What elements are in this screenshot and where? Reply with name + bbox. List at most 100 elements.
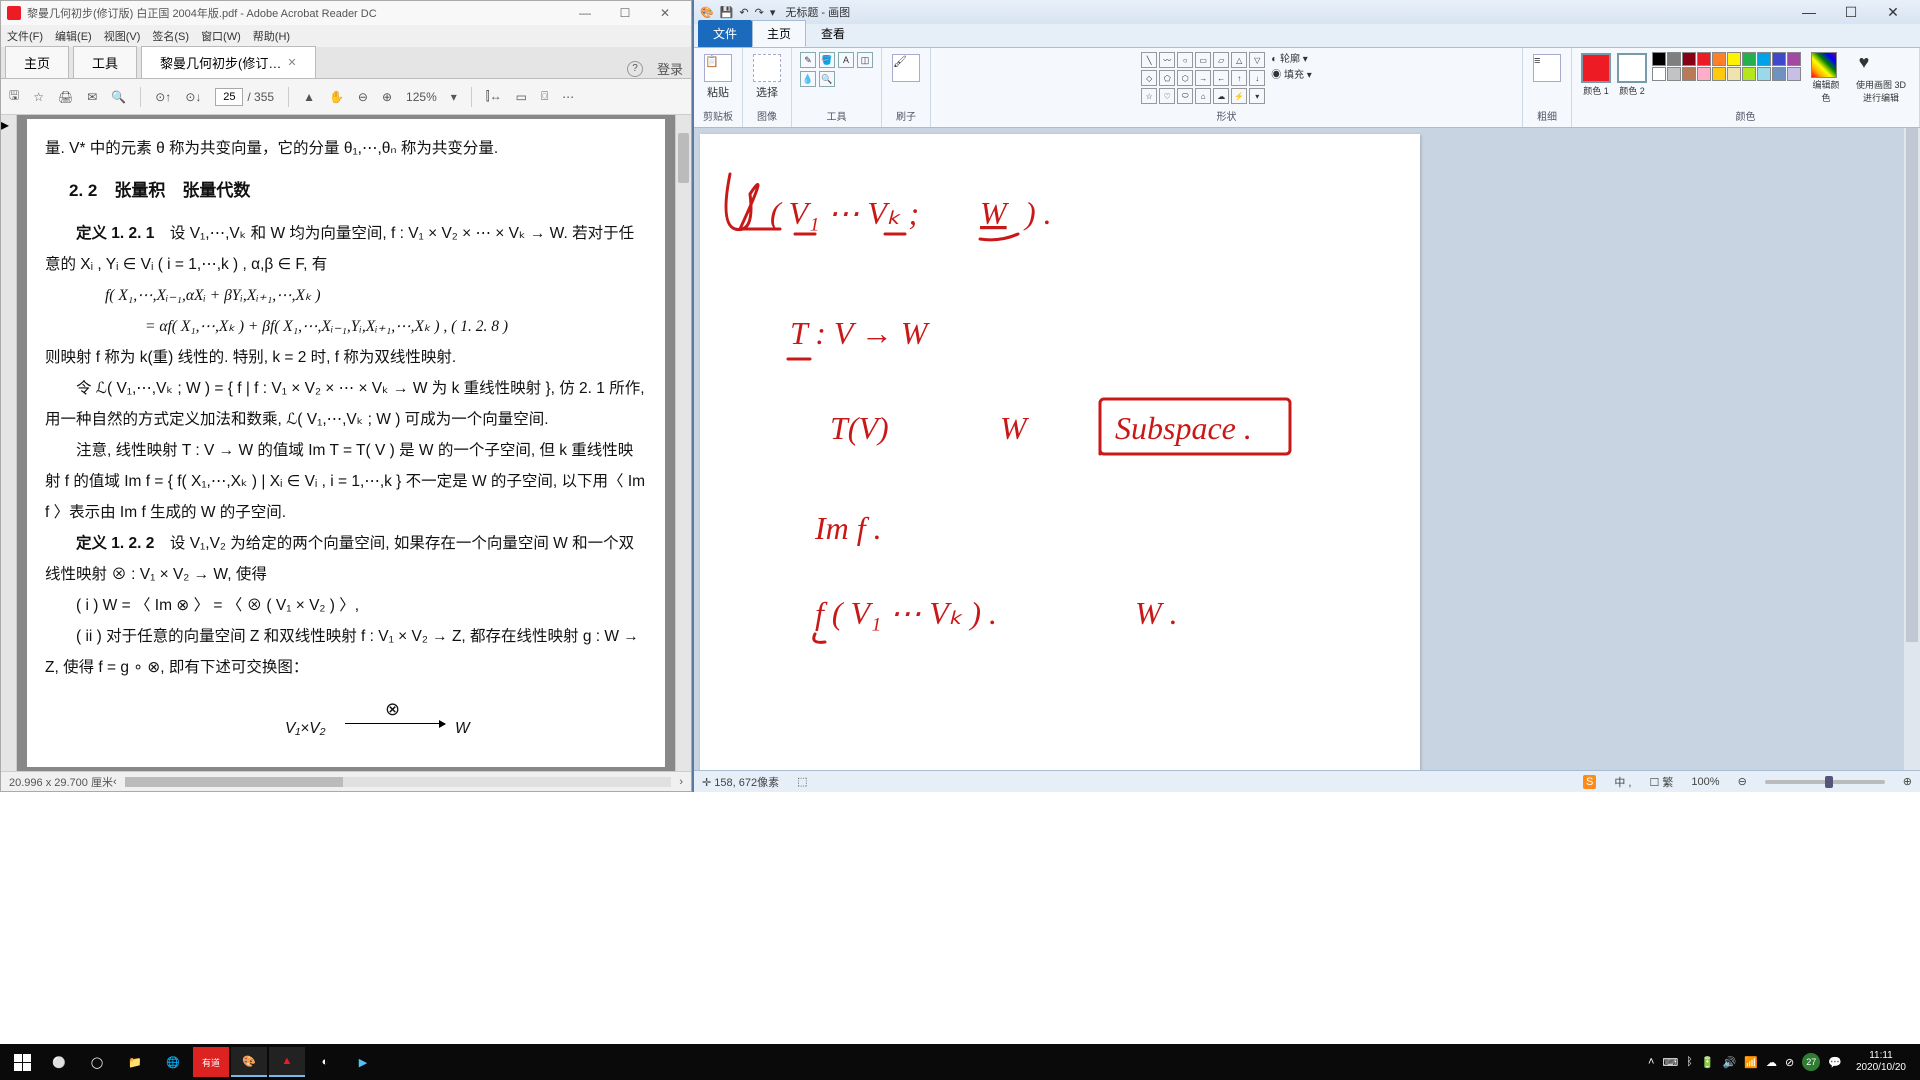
eyedrop-tool-icon[interactable]: 💧 <box>800 71 816 87</box>
color-1-button[interactable] <box>1581 53 1611 83</box>
tray-input-icon[interactable]: ⌨ <box>1662 1056 1678 1069</box>
taskbar-clock[interactable]: 11:11 2020/10/20 <box>1850 1050 1912 1074</box>
zoom-slider[interactable] <box>1765 780 1885 784</box>
zoom-level[interactable]: 125% <box>406 90 437 104</box>
search-icon[interactable]: 🔍 <box>111 90 126 104</box>
shape-fill-button[interactable]: ◉ 填充 ▾ <box>1271 68 1312 84</box>
menu-file[interactable]: 文件(F) <box>7 28 43 44</box>
palette-swatch[interactable] <box>1697 52 1711 66</box>
size-button[interactable]: ≡ <box>1533 54 1561 82</box>
tray-volume-icon[interactable]: 🔊 <box>1723 1056 1737 1069</box>
tray-badge[interactable]: 27 <box>1802 1053 1820 1071</box>
doc-tab-close-icon[interactable]: ✕ <box>287 56 296 69</box>
palette-swatch[interactable] <box>1772 52 1786 66</box>
task-chrome-icon[interactable]: 🌐 <box>155 1047 191 1077</box>
page-number-input[interactable] <box>215 88 243 106</box>
task-flutter-icon[interactable]: ▶ <box>345 1047 381 1077</box>
paint-canvas[interactable]: ( V₁ ⋯ Vₖ ; W ) . T : V → W T(V) W Subsp… <box>700 134 1420 770</box>
acrobat-vertical-scrollbar[interactable] <box>675 115 691 771</box>
paint-minimize-button[interactable]: — <box>1788 4 1830 20</box>
star-icon[interactable]: ☆ <box>33 90 44 104</box>
acrobat-sidebar[interactable]: ▸ <box>1 115 17 771</box>
mail-icon[interactable]: ✉ <box>87 90 97 104</box>
palette-swatch[interactable] <box>1652 52 1666 66</box>
color-palette-row-2[interactable] <box>1652 67 1801 81</box>
login-link[interactable]: 登录 <box>657 59 683 78</box>
paint-3d-button[interactable]: ♥ <box>1851 52 1877 78</box>
qat-undo-icon[interactable]: ↶ <box>739 6 748 19</box>
hand-icon[interactable]: ✋ <box>329 90 344 104</box>
palette-swatch[interactable] <box>1697 67 1711 81</box>
tab-view[interactable]: 查看 <box>806 20 860 47</box>
task-search-icon[interactable]: ⚪ <box>41 1047 77 1077</box>
tray-network-icon[interactable]: 📶 <box>1744 1056 1758 1069</box>
task-explorer-icon[interactable]: 📁 <box>117 1047 153 1077</box>
shapes-gallery[interactable]: ╲〰○▭▱△▽ ◇⬠⬡→←↑↓ ☆♡⬭⌂☁⚡▾ <box>1141 52 1265 104</box>
ime-indicator[interactable]: S <box>1583 775 1596 789</box>
doc-tab[interactable]: 黎曼几何初步(修订… ✕ <box>141 46 316 78</box>
palette-swatch[interactable] <box>1742 52 1756 66</box>
tray-shield-icon[interactable]: ⊘ <box>1785 1056 1794 1069</box>
close-button[interactable]: ✕ <box>645 6 685 20</box>
task-youdao-icon[interactable]: 有道 <box>193 1047 229 1077</box>
palette-swatch[interactable] <box>1757 52 1771 66</box>
palette-swatch[interactable] <box>1682 67 1696 81</box>
paint-close-button[interactable]: ✕ <box>1872 4 1914 21</box>
palette-swatch[interactable] <box>1712 52 1726 66</box>
menu-help[interactable]: 帮助(H) <box>253 28 290 44</box>
eraser-tool-icon[interactable]: ◫ <box>857 52 873 68</box>
help-icon[interactable]: ? <box>627 61 643 77</box>
print-icon[interactable]: 🖨 <box>58 90 73 104</box>
palette-swatch[interactable] <box>1667 52 1681 66</box>
tab-main[interactable]: 主页 <box>752 20 806 47</box>
qat-save-icon[interactable]: 💾 <box>720 6 734 19</box>
palette-swatch[interactable] <box>1787 52 1801 66</box>
page-up-icon[interactable]: ⊙↑ <box>155 90 171 104</box>
zoom-in-icon[interactable]: ⊕ <box>382 90 392 104</box>
text-tool-icon[interactable]: A <box>838 52 854 68</box>
tray-notification-icon[interactable]: 💬 <box>1828 1056 1842 1069</box>
task-paint-icon[interactable]: 🎨 <box>231 1047 267 1077</box>
tray-battery-icon[interactable]: 🔋 <box>1701 1056 1715 1069</box>
shape-outline-button[interactable]: ◐ 轮廓 ▾ <box>1271 52 1312 68</box>
page-down-icon[interactable]: ⊙↓ <box>185 90 201 104</box>
paste-button[interactable]: 📋 <box>704 54 732 82</box>
qat-redo-icon[interactable]: ↷ <box>755 6 764 19</box>
paint-vertical-scrollbar[interactable] <box>1904 128 1920 770</box>
brush-button[interactable]: 🖌 <box>892 54 920 82</box>
menu-sign[interactable]: 签名(S) <box>152 28 189 44</box>
fit-width-icon[interactable]: ⫿↔ <box>486 89 502 104</box>
menu-window[interactable]: 窗口(W) <box>201 28 241 44</box>
tab-home[interactable]: 主页 <box>5 46 69 78</box>
task-app-icon[interactable]: ◐ <box>307 1047 343 1077</box>
palette-swatch[interactable] <box>1772 67 1786 81</box>
hscroll-right-icon[interactable]: › <box>679 776 683 788</box>
bucket-tool-icon[interactable]: 🪣 <box>819 52 835 68</box>
palette-swatch[interactable] <box>1742 67 1756 81</box>
ime-mode[interactable]: 中 , <box>1614 774 1631 790</box>
zoom-dropdown-icon[interactable]: ▾ <box>451 90 457 104</box>
paint-maximize-button[interactable]: ☐ <box>1830 4 1872 21</box>
tray-cloud-icon[interactable]: ☁ <box>1766 1056 1777 1069</box>
tab-file[interactable]: 文件 <box>698 20 752 47</box>
tray-bluetooth-icon[interactable]: ᛒ <box>1686 1056 1693 1068</box>
task-acrobat-icon[interactable]: ▲ <box>269 1047 305 1077</box>
more-icon[interactable]: ⋯ <box>562 90 574 104</box>
fit-page-icon[interactable]: ▭ <box>516 90 527 104</box>
pencil-tool-icon[interactable]: ✎ <box>800 52 816 68</box>
tab-tools[interactable]: 工具 <box>73 46 137 78</box>
palette-swatch[interactable] <box>1682 52 1696 66</box>
edit-colors-button[interactable] <box>1811 52 1837 78</box>
menu-edit[interactable]: 编辑(E) <box>55 28 92 44</box>
palette-swatch[interactable] <box>1757 67 1771 81</box>
hscroll-left-icon[interactable]: ‹ <box>113 776 117 788</box>
select-button[interactable] <box>753 54 781 82</box>
palette-swatch[interactable] <box>1727 67 1741 81</box>
palette-swatch[interactable] <box>1667 67 1681 81</box>
palette-swatch[interactable] <box>1727 52 1741 66</box>
menu-view[interactable]: 视图(V) <box>104 28 141 44</box>
ime-trad[interactable]: ☐ 繁 <box>1650 774 1674 790</box>
start-button[interactable] <box>4 1047 40 1077</box>
palette-swatch[interactable] <box>1787 67 1801 81</box>
zoom-in-button[interactable]: ⊕ <box>1903 775 1912 788</box>
